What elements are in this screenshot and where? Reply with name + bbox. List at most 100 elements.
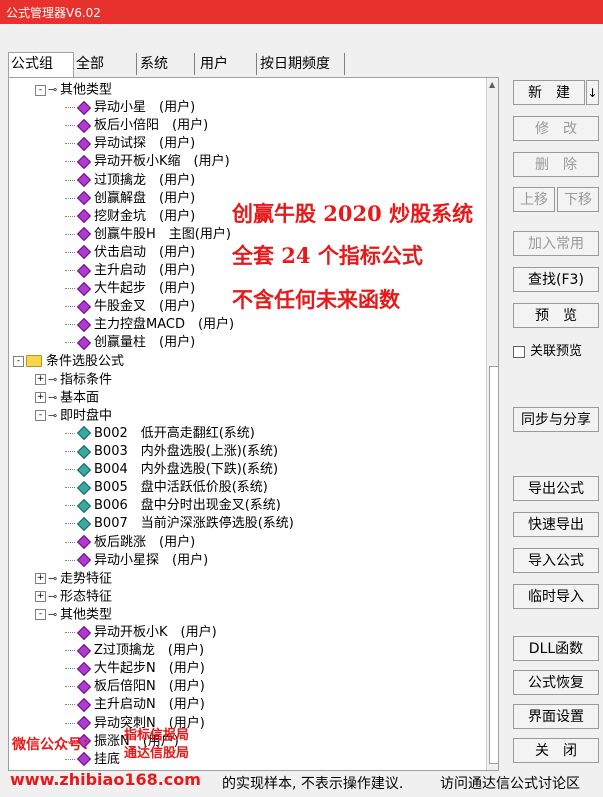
- tree-item[interactable]: + ⊸ 指标条件: [35, 371, 112, 389]
- tree-connector: [65, 179, 75, 181]
- tree-item[interactable]: 板后跳涨 (用户): [65, 534, 195, 552]
- user-formula-icon: [76, 281, 92, 296]
- tree-item[interactable]: 挖财金坑 (用户): [65, 208, 195, 226]
- tree-item[interactable]: 过顶擒龙 (用户): [65, 172, 195, 190]
- tree-connector: [65, 523, 75, 525]
- tree-item[interactable]: + ⊸ 基本面: [35, 389, 99, 407]
- checkbox-box[interactable]: [513, 345, 525, 358]
- tree-item[interactable]: B004 内外盘选股(下跌)(系统): [65, 461, 278, 479]
- tree-item[interactable]: 牛股金叉 (用户): [65, 298, 195, 316]
- promo-line-1: 创赢牛股 2020 炒股系统: [232, 201, 474, 226]
- dll-function-button[interactable]: DLL函数: [513, 636, 599, 661]
- tree-item-label: 牛股金叉 (用户): [94, 299, 196, 315]
- folder-icon: [26, 355, 42, 367]
- tree-item[interactable]: - ⊸ 即时盘中: [35, 407, 112, 425]
- tree-item[interactable]: - ⊸ 其他类型: [35, 81, 112, 99]
- export-formula-button[interactable]: 导出公式: [513, 476, 599, 501]
- tree-item[interactable]: 板后倍阳N (用户): [65, 678, 205, 696]
- delete-button[interactable]: 删 除: [513, 152, 599, 177]
- tree-item-label: 创赢量柱 (用户): [94, 335, 196, 351]
- tree-connector: [65, 342, 75, 344]
- tree-item[interactable]: B002 低开高走翻红(系统): [65, 425, 255, 443]
- close-button[interactable]: 关 闭: [513, 738, 599, 763]
- tree-item-label: 板后倍阳N (用户): [94, 679, 205, 695]
- tree-item[interactable]: + ⊸ 走势特征: [35, 570, 112, 588]
- quick-export-button[interactable]: 快速导出: [513, 512, 599, 537]
- tree-item[interactable]: 大牛起步N (用户): [65, 660, 205, 678]
- tree-item[interactable]: 主力控盘MACD (用户): [65, 316, 234, 334]
- user-formula-icon: [76, 335, 92, 350]
- scroll-up-icon[interactable]: ▲: [489, 80, 495, 89]
- formula-tree[interactable]: ▲ - ⊸ 其他类型 异动小星 (用户) 板后小倍阳 (用户) 异动试探 (用户) 异动开板…: [8, 77, 499, 771]
- tree-item[interactable]: B006 盘中分时出现金叉(系统): [65, 497, 281, 515]
- expand-icon[interactable]: +: [35, 573, 46, 585]
- vertical-scrollbar[interactable]: ▲: [486, 78, 498, 770]
- modify-button[interactable]: 修 改: [513, 116, 599, 141]
- watermark-name-1: 指标信报局: [124, 728, 190, 743]
- tree-item[interactable]: B005 盘中活跃低价股(系统): [65, 479, 268, 497]
- add-common-button[interactable]: 加入常用: [513, 231, 599, 256]
- tree-connector: [65, 487, 75, 489]
- tab-all[interactable]: 全部: [74, 53, 137, 75]
- user-formula-icon: [76, 299, 92, 314]
- tree-connector: [65, 233, 75, 235]
- tree-item[interactable]: 伏击启动 (用户): [65, 244, 195, 262]
- tree-item[interactable]: 异动小星探 (用户): [65, 552, 208, 570]
- tree-item[interactable]: Z过顶擒龙 (用户): [65, 642, 204, 660]
- user-formula-icon: [76, 191, 92, 206]
- tree-item[interactable]: 大牛起步 (用户): [65, 280, 195, 298]
- import-formula-button[interactable]: 导入公式: [513, 548, 599, 573]
- tree-item[interactable]: 异动开板小K (用户): [65, 624, 217, 642]
- tab-user[interactable]: 用户: [198, 53, 257, 75]
- tab-by-date-frequency[interactable]: 按日期频度: [258, 53, 345, 75]
- preview-button[interactable]: 预 览: [513, 303, 599, 328]
- tree-item[interactable]: 异动小星 (用户): [65, 99, 195, 117]
- user-formula-icon: [76, 553, 92, 568]
- tree-connector: [65, 668, 75, 670]
- tree-item[interactable]: 异动试探 (用户): [65, 135, 195, 153]
- tree-connector: [65, 559, 75, 561]
- tree-item[interactable]: B007 当前沪深涨跌停选股(系统): [65, 515, 294, 533]
- sync-share-button[interactable]: 同步与分享: [513, 407, 599, 432]
- new-button[interactable]: 新 建: [513, 80, 585, 105]
- find-button[interactable]: 查找(F3): [513, 267, 599, 292]
- tree-item[interactable]: 主升启动 (用户): [65, 262, 195, 280]
- tree-item-label: 挖财金坑 (用户): [94, 208, 196, 224]
- collapse-icon[interactable]: -: [35, 84, 46, 96]
- tree-item[interactable]: 板后小倍阳 (用户): [65, 117, 208, 135]
- tree-connector: [65, 251, 75, 253]
- scrollbar-thumb[interactable]: [489, 366, 498, 764]
- collapse-icon[interactable]: -: [35, 410, 46, 422]
- collapse-icon[interactable]: -: [13, 355, 24, 367]
- link-group-icon: ⊸: [48, 83, 58, 96]
- ui-settings-button[interactable]: 界面设置: [513, 704, 599, 729]
- tab-system[interactable]: 系统: [138, 53, 195, 75]
- tree-item[interactable]: B003 内外盘选股(上涨)(系统): [65, 443, 278, 461]
- tree-item-label: Z过顶擒龙 (用户): [94, 643, 205, 659]
- tree-item[interactable]: + ⊸ 形态特征: [35, 588, 112, 606]
- tree-item[interactable]: 异动开板小K缩 (用户): [65, 153, 230, 171]
- expand-icon[interactable]: +: [35, 392, 46, 404]
- tab-formula-group[interactable]: 公式组: [8, 52, 74, 77]
- tree-item[interactable]: 创赢牛股H 主图(用户): [65, 226, 231, 244]
- linked-preview-checkbox[interactable]: 关联预览: [513, 340, 582, 359]
- user-formula-icon: [76, 209, 92, 224]
- expand-icon[interactable]: +: [35, 374, 46, 386]
- tree-item[interactable]: 创赢解盘 (用户): [65, 190, 195, 208]
- promo-line-3: 不含任何未来函数: [232, 287, 400, 312]
- formula-restore-button[interactable]: 公式恢复: [513, 670, 599, 695]
- move-down-button[interactable]: 下移: [557, 187, 599, 212]
- expand-icon[interactable]: +: [35, 591, 46, 603]
- tree-item[interactable]: - 条件选股公式: [13, 353, 124, 371]
- tree-item[interactable]: 创赢量柱 (用户): [65, 334, 195, 352]
- link-group-icon: ⊸: [48, 408, 58, 422]
- move-up-button[interactable]: 上移: [513, 187, 555, 212]
- new-dropdown-arrow[interactable]: ↓: [586, 80, 599, 105]
- linked-preview-label: 关联预览: [530, 344, 583, 359]
- collapse-icon[interactable]: -: [35, 609, 46, 621]
- tree-item[interactable]: - ⊸ 其他类型: [35, 606, 112, 624]
- tree-item[interactable]: 主升启动N (用户): [65, 696, 205, 714]
- temp-import-button[interactable]: 临时导入: [513, 584, 599, 609]
- tree-connector: [65, 161, 75, 163]
- status-right-link[interactable]: 访问通达信公式讨论区: [440, 773, 580, 793]
